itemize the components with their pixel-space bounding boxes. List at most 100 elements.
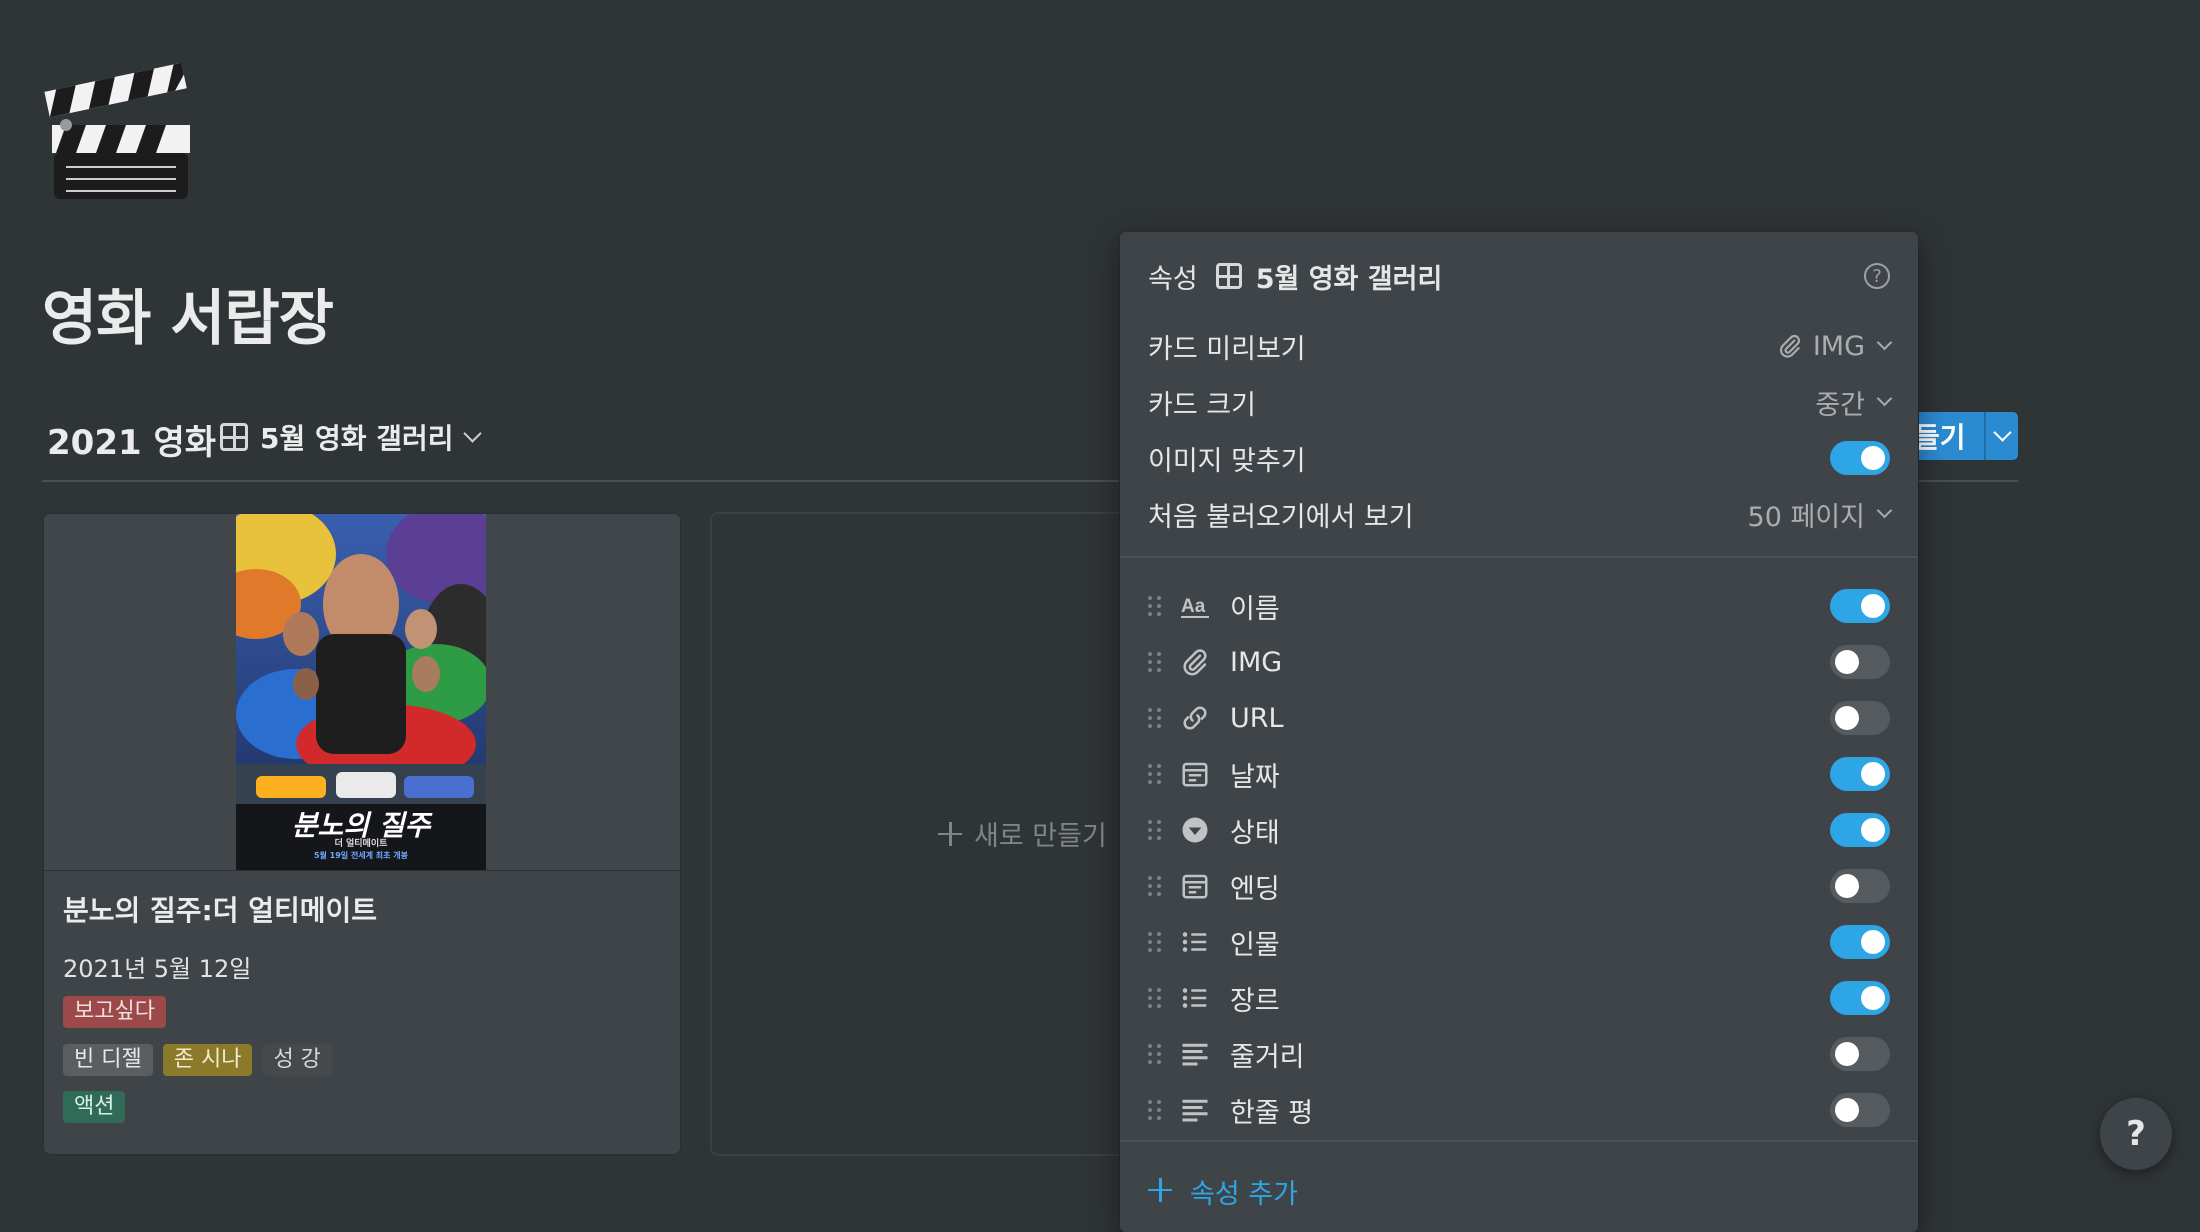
- card-cover: 분노의 질주 더 얼티메이트 5월 19일 전세계 최초 개봉: [44, 514, 680, 871]
- property-visibility-toggle[interactable]: [1830, 981, 1890, 1015]
- select-icon: [1180, 815, 1210, 845]
- property-visibility-toggle[interactable]: [1830, 869, 1890, 903]
- property-name: 장르: [1230, 985, 1280, 1017]
- drag-handle-icon[interactable]: [1148, 1098, 1162, 1122]
- fit-image-toggle[interactable]: [1830, 441, 1890, 475]
- property-row[interactable]: 줄거리: [1148, 1026, 1890, 1082]
- drag-handle-icon[interactable]: [1148, 874, 1162, 898]
- person-tag: 빈 디젤: [63, 1044, 153, 1076]
- chevron-down-icon: [1876, 334, 1893, 351]
- view-switcher-label: 5월 영화 갤러리: [260, 422, 454, 455]
- card-preview-value: IMG: [1812, 330, 1865, 362]
- property-visibility-toggle[interactable]: [1830, 645, 1890, 679]
- add-property-label: 속성 추가: [1190, 1179, 1298, 1210]
- panel-header: 속성 5월 영화 갤러리 ?: [1148, 248, 1890, 304]
- property-row[interactable]: 장르: [1148, 970, 1890, 1026]
- people-property: 빈 디젤 존 시나 성 강: [63, 1044, 332, 1076]
- property-name: 이름: [1230, 593, 1280, 625]
- paperclip-icon: [1180, 647, 1210, 677]
- property-name: 날짜: [1230, 761, 1280, 793]
- genre-tag: 액션: [63, 1091, 126, 1123]
- load-limit-select[interactable]: 50 페이지: [1747, 495, 1893, 534]
- load-limit-setting[interactable]: 처음 불러오기에서 보기 50 페이지: [1148, 486, 1893, 542]
- card-size-select[interactable]: 중간: [1815, 383, 1893, 422]
- property-visibility-toggle[interactable]: [1830, 1037, 1890, 1071]
- link-icon: [1180, 703, 1210, 733]
- clapperboard-icon[interactable]: [40, 45, 200, 205]
- svg-text:Aa: Aa: [1181, 596, 1206, 617]
- fit-image-setting[interactable]: 이미지 맞추기: [1148, 430, 1890, 486]
- card-size-value: 중간: [1815, 389, 1865, 421]
- genre-property: 액션: [63, 1091, 126, 1123]
- drag-handle-icon[interactable]: [1148, 930, 1162, 954]
- plus-icon: [938, 821, 962, 846]
- plus-icon: [1148, 1177, 1176, 1206]
- gallery-view-icon: [1215, 263, 1242, 289]
- poster-subtitle: 더 얼티메이트: [334, 839, 388, 849]
- panel-view-name: 5월 영화 갤러리: [1255, 263, 1443, 295]
- chevron-down-icon: [1992, 423, 2012, 442]
- card-preview-setting[interactable]: 카드 미리보기 IMG: [1148, 318, 1893, 374]
- property-row[interactable]: 한줄 평: [1148, 1082, 1890, 1138]
- database-title[interactable]: 2021 영화: [47, 415, 216, 464]
- help-circle-icon[interactable]: ?: [1864, 263, 1890, 289]
- gallery-card[interactable]: 분노의 질주 더 얼티메이트 5월 19일 전세계 최초 개봉 분노의 질주:더…: [44, 514, 680, 1154]
- text-lines-icon: [1180, 1095, 1210, 1125]
- panel-title: 속성: [1148, 263, 1198, 295]
- new-page-dropdown-button[interactable]: [1986, 412, 2018, 460]
- property-row[interactable]: 날짜: [1148, 746, 1890, 802]
- card-title: 분노의 질주:더 얼티메이트: [63, 894, 378, 927]
- property-name: 상태: [1230, 817, 1280, 849]
- card-preview-select[interactable]: IMG: [1777, 330, 1893, 362]
- paperclip-icon: [1779, 334, 1800, 358]
- property-row[interactable]: Aa 이름: [1148, 578, 1890, 634]
- drag-handle-icon[interactable]: [1148, 706, 1162, 730]
- new-card-label[interactable]: 새로 만들기: [938, 814, 1107, 853]
- chevron-down-icon: [1876, 502, 1893, 519]
- properties-panel: 속성 5월 영화 갤러리 ? 카드 미리보기 IMG 카드 크기 중간 이미지 …: [1120, 232, 1918, 1232]
- property-visibility-toggle[interactable]: [1830, 589, 1890, 623]
- card-size-setting[interactable]: 카드 크기 중간: [1148, 374, 1893, 430]
- drag-handle-icon[interactable]: [1148, 986, 1162, 1010]
- person-tag: 존 시나: [162, 1044, 253, 1076]
- new-card-text: 새로 만들기: [974, 821, 1107, 852]
- property-visibility-toggle[interactable]: [1830, 757, 1890, 791]
- drag-handle-icon[interactable]: [1148, 818, 1162, 842]
- calendar-icon: [1180, 871, 1210, 901]
- poster-release: 5월 19일 전세계 최초 개봉: [313, 851, 409, 860]
- chevron-down-icon: [462, 424, 482, 443]
- page-title[interactable]: 영화 서랍장: [42, 270, 334, 357]
- property-row[interactable]: 인물: [1148, 914, 1890, 970]
- calendar-icon: [1180, 759, 1210, 789]
- text-lines-icon: [1180, 1039, 1210, 1069]
- drag-handle-icon[interactable]: [1148, 650, 1162, 674]
- person-tag: 성 강: [262, 1044, 332, 1076]
- status-property: 보고싶다: [63, 996, 166, 1028]
- property-name: URL: [1230, 702, 1284, 734]
- property-visibility-toggle[interactable]: [1830, 813, 1890, 847]
- property-visibility-toggle[interactable]: [1830, 1093, 1890, 1127]
- gallery-view-icon: [220, 423, 248, 451]
- property-row[interactable]: 엔딩: [1148, 858, 1890, 914]
- property-row[interactable]: 상태: [1148, 802, 1890, 858]
- load-limit-value: 50 페이지: [1747, 501, 1865, 533]
- property-visibility-toggle[interactable]: [1830, 701, 1890, 735]
- add-property-button[interactable]: 속성 추가: [1148, 1172, 1298, 1211]
- movie-poster: 분노의 질주 더 얼티메이트 5월 19일 전세계 최초 개봉: [236, 514, 486, 870]
- divider: [1120, 556, 1918, 558]
- multi-select-icon: [1180, 983, 1210, 1013]
- status-badge: 보고싶다: [63, 996, 166, 1028]
- drag-handle-icon[interactable]: [1148, 762, 1162, 786]
- text-aa-icon: Aa: [1180, 591, 1210, 621]
- property-name: 줄거리: [1230, 1041, 1305, 1073]
- drag-handle-icon[interactable]: [1148, 1042, 1162, 1066]
- setting-label: 이미지 맞추기: [1148, 445, 1306, 477]
- property-name: IMG: [1230, 646, 1283, 678]
- property-visibility-toggle[interactable]: [1830, 925, 1890, 959]
- multi-select-icon: [1180, 927, 1210, 957]
- drag-handle-icon[interactable]: [1148, 594, 1162, 618]
- help-button[interactable]: ?: [2100, 1098, 2172, 1170]
- property-row[interactable]: URL: [1148, 690, 1890, 746]
- view-switcher[interactable]: 5월 영화 갤러리: [220, 417, 482, 457]
- property-row[interactable]: IMG: [1148, 634, 1890, 690]
